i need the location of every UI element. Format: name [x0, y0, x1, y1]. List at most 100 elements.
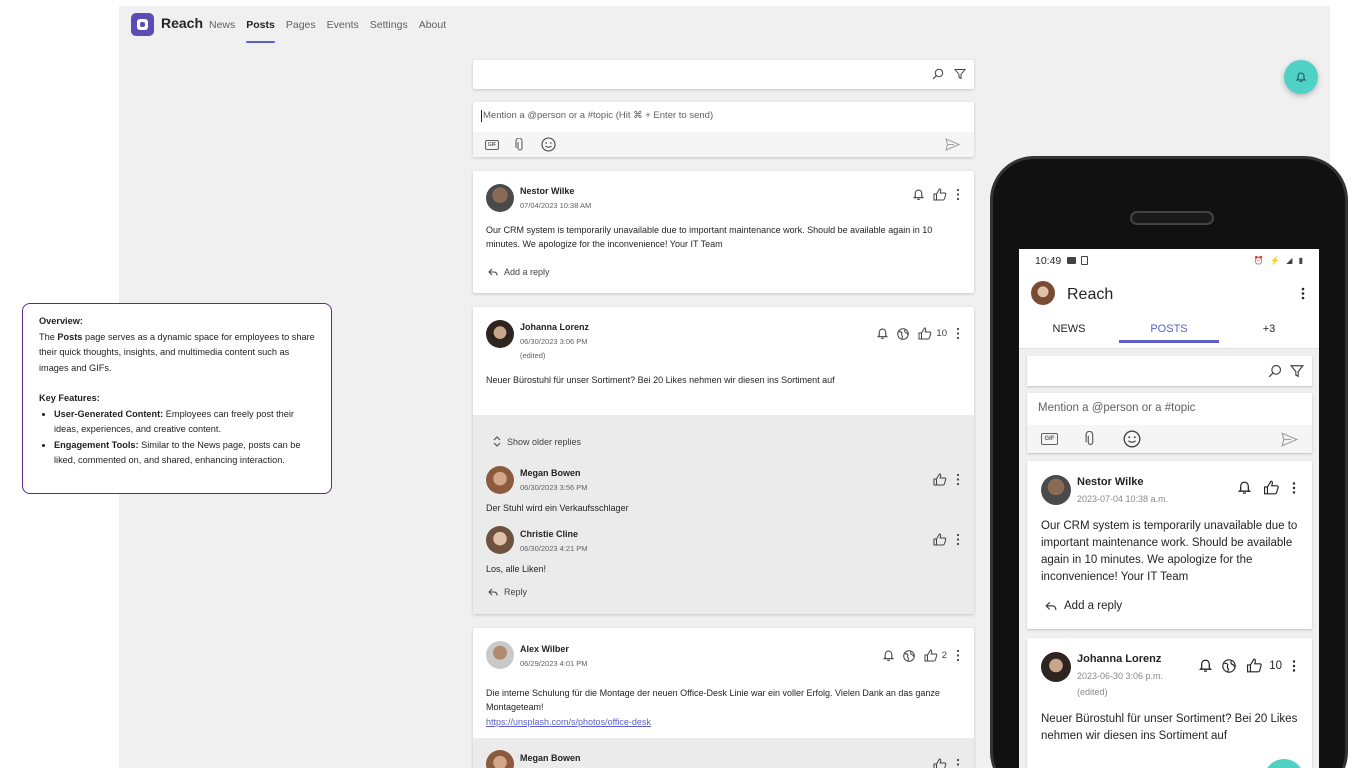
post-composer[interactable]: Mention a @person or a #topic (Hit ⌘ + E… — [473, 102, 974, 157]
post-author: Nestor Wilke — [1077, 476, 1144, 488]
post-timestamp: 2023-07-04 10:38 a.m. — [1077, 494, 1169, 504]
more-options-icon[interactable] — [1301, 287, 1305, 300]
more-options-icon[interactable] — [956, 327, 960, 340]
reply-actions — [933, 473, 960, 486]
avatar — [486, 466, 514, 494]
more-options-icon[interactable] — [956, 473, 960, 486]
phone-tab-news[interactable]: NEWS — [1019, 323, 1119, 343]
tab-news[interactable]: News — [209, 19, 235, 43]
post-timestamp: 07/04/2023 10:38 AM — [520, 201, 592, 210]
tab-events[interactable]: Events — [327, 19, 359, 43]
gif-icon[interactable]: GIF — [1041, 433, 1058, 445]
more-options-icon[interactable] — [1292, 481, 1296, 495]
phone-screen: 10:49 ⏰ ⚡ ◢ ▮ Reach NEWS POSTS +3 Mentio… — [1019, 249, 1319, 768]
gif-icon[interactable]: GIF — [485, 139, 499, 150]
post-body: Neuer Bürostuhl für unser Sortiment? Bei… — [486, 375, 835, 385]
like-icon[interactable] — [1263, 480, 1280, 495]
post-body: Die interne Schulung für die Montage der… — [486, 688, 940, 712]
more-options-icon[interactable] — [956, 533, 960, 546]
avatar — [486, 184, 514, 212]
tab-posts[interactable]: Posts — [246, 19, 275, 43]
bell-icon[interactable] — [882, 650, 894, 662]
add-reply-button[interactable]: Add a reply — [1045, 600, 1122, 612]
bell-icon[interactable] — [1238, 481, 1251, 495]
phone-search-bar[interactable] — [1027, 356, 1312, 386]
filter-icon[interactable] — [1290, 364, 1304, 378]
avatar — [1041, 652, 1071, 682]
reply-timestamp: 06/30/2023 3:56 PM — [520, 483, 588, 492]
more-options-icon[interactable] — [956, 188, 960, 201]
features-title: Key Features: — [39, 393, 100, 403]
phone-tab-posts[interactable]: POSTS — [1119, 323, 1219, 343]
status-icons: ⏰ ⚡ ◢ ▮ — [1253, 256, 1305, 265]
globe-icon[interactable] — [1222, 658, 1236, 673]
add-reply-button[interactable]: Add a reply — [488, 267, 550, 277]
reply-button[interactable]: Reply — [488, 587, 527, 597]
status-bar: 10:49 ⏰ ⚡ ◢ ▮ — [1019, 249, 1319, 273]
reply-icon — [488, 268, 498, 276]
bell-icon[interactable] — [913, 189, 924, 201]
phone-speaker — [1130, 211, 1214, 225]
phone-tab-more[interactable]: +3 — [1219, 323, 1319, 343]
like-icon[interactable] — [933, 758, 947, 768]
composer-input[interactable]: Mention a @person or a #topic (Hit ⌘ + E… — [480, 110, 713, 122]
attachment-icon[interactable] — [515, 137, 525, 152]
emoji-icon[interactable] — [1123, 430, 1141, 448]
more-options-icon[interactable] — [1292, 659, 1296, 673]
notifications-button[interactable] — [1284, 60, 1318, 94]
phone-composer[interactable]: Mention a @person or a #topic GIF — [1027, 393, 1312, 453]
phone-composer-input[interactable]: Mention a @person or a #topic — [1038, 402, 1195, 414]
status-time: 10:49 — [1035, 255, 1062, 267]
post-link[interactable]: https://unsplash.com/s/photos/office-des… — [486, 715, 651, 729]
sim-icon — [1081, 256, 1088, 265]
reply-body: Los, alle Liken! — [486, 564, 547, 574]
phone-avatar[interactable] — [1031, 281, 1055, 305]
globe-icon[interactable] — [897, 327, 910, 340]
avatar — [1041, 475, 1071, 505]
filter-icon[interactable] — [954, 68, 966, 80]
like-icon[interactable] — [1246, 658, 1263, 673]
edited-label: (edited) — [1077, 687, 1108, 697]
post-card: Alex Wilber 06/29/2023 4:01 PM 2 Die int… — [473, 628, 974, 768]
globe-icon[interactable] — [902, 649, 915, 662]
expand-icon — [493, 436, 501, 447]
tab-settings[interactable]: Settings — [370, 19, 408, 43]
send-icon[interactable] — [1281, 432, 1298, 447]
like-count: 10 — [936, 328, 947, 339]
phone-app-bar: Reach NEWS POSTS +3 — [1019, 273, 1319, 349]
like-icon[interactable] — [933, 188, 947, 201]
search-icon[interactable] — [932, 68, 944, 80]
attachment-icon[interactable] — [1085, 431, 1096, 447]
like-icon[interactable] — [933, 473, 947, 486]
emoji-icon[interactable] — [541, 137, 556, 152]
post-card: Johanna Lorenz 06/30/2023 3:06 PM (edite… — [473, 307, 974, 614]
add-reply-label: Add a reply — [1064, 600, 1123, 612]
post-actions: 10 — [1199, 658, 1296, 673]
post-author: Nestor Wilke — [520, 186, 575, 196]
phone-app-title: Reach — [1067, 286, 1114, 303]
send-icon[interactable] — [945, 138, 960, 151]
add-reply-label: Add a reply — [504, 267, 550, 277]
like-count: 2 — [941, 650, 947, 661]
tab-pages[interactable]: Pages — [286, 19, 316, 43]
more-options-icon[interactable] — [956, 758, 960, 768]
reply-icon — [488, 588, 498, 596]
nav-tabs: News Posts Pages Events Settings About — [209, 19, 446, 43]
replies-section: Show older replies Megan Bowen 06/30/202… — [473, 415, 974, 614]
more-options-icon[interactable] — [956, 649, 960, 662]
phone-post-card: Nestor Wilke 2023-07-04 10:38 a.m. Our C… — [1027, 461, 1312, 629]
reply-actions — [933, 533, 960, 546]
show-older-replies-button[interactable]: Show older replies — [493, 436, 581, 447]
avatar — [486, 641, 514, 669]
bell-icon[interactable] — [1199, 659, 1213, 673]
tab-about[interactable]: About — [419, 19, 446, 43]
like-icon[interactable] — [924, 649, 938, 662]
bell-icon[interactable] — [877, 328, 889, 340]
like-icon[interactable] — [918, 327, 932, 340]
search-bar[interactable] — [473, 60, 974, 89]
post-actions: 10 — [877, 327, 960, 340]
search-icon[interactable] — [1268, 364, 1282, 378]
reply-author: Megan Bowen — [520, 753, 581, 763]
overview-callout: Overview: The Posts page serves as a dyn… — [22, 303, 332, 494]
like-icon[interactable] — [933, 533, 947, 546]
